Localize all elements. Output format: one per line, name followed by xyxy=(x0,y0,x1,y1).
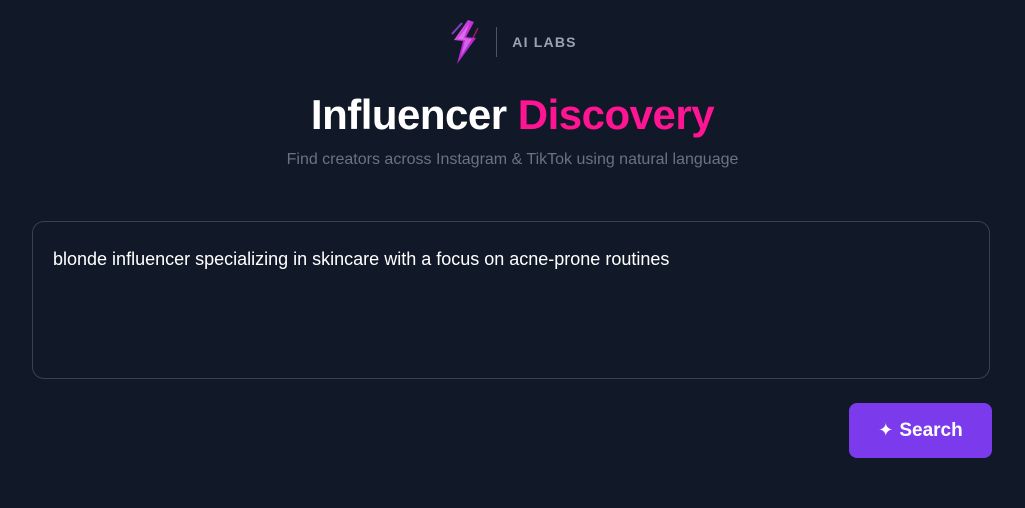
lightning-bolt-icon xyxy=(451,20,479,64)
page-title: Influencer Discovery xyxy=(0,88,1025,142)
brand-name: AI LABS xyxy=(512,34,577,50)
page-subtitle: Find creators across Instagram & TikTok … xyxy=(286,151,739,168)
search-button[interactable]: ✦ Search xyxy=(849,403,992,458)
page-title-main: Influencer xyxy=(310,91,507,138)
brand-header: AI LABS xyxy=(0,14,1025,70)
brand-divider xyxy=(496,27,498,57)
sparkle-icon: ✦ xyxy=(878,420,894,440)
search-button-label: Search xyxy=(899,419,963,441)
page-title-accent: Discovery xyxy=(517,91,715,138)
search-query-input[interactable]: blonde influencer specializing in skinca… xyxy=(32,221,990,379)
